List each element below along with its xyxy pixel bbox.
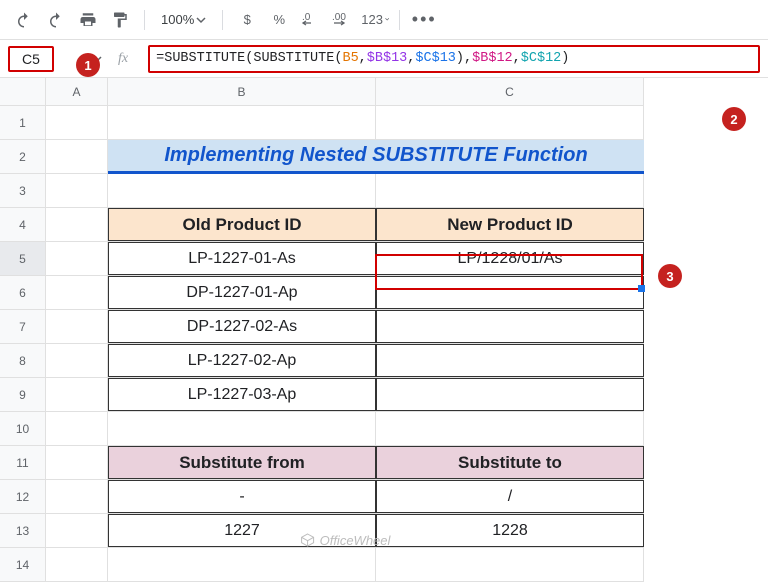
select-all-corner[interactable] [0,78,46,106]
col-header-B[interactable]: B [108,78,376,105]
sub-from-cell[interactable]: - [108,480,376,513]
svg-text:.0: .0 [302,12,311,23]
name-box[interactable]: C5 [8,46,54,72]
new-id-cell[interactable] [376,378,644,411]
cell[interactable] [46,276,108,309]
undo-button[interactable] [10,6,38,34]
cell[interactable] [108,106,376,139]
row-header[interactable]: 14 [0,548,45,582]
separator [222,10,223,30]
row-headers: 1 2 3 4 5 6 7 8 9 10 11 12 13 14 [0,106,46,582]
cell[interactable] [46,208,108,241]
cell[interactable] [108,174,376,207]
sub-to-cell[interactable]: / [376,480,644,513]
cell[interactable] [108,412,376,445]
cell[interactable] [46,548,108,581]
row-header[interactable]: 9 [0,378,45,412]
row-header[interactable]: 8 [0,344,45,378]
annotation-marker-1: 1 [76,53,100,77]
cells-container: Old Product IDNew Product ID LP-1227-01-… [46,106,644,582]
old-id-cell[interactable]: LP-1227-01-As [108,242,376,275]
zoom-value: 100% [161,12,194,27]
row-header[interactable]: 13 [0,514,45,548]
svg-text:.00: .00 [332,12,346,23]
new-id-cell[interactable] [376,344,644,377]
cell[interactable] [46,446,108,479]
cell[interactable] [376,174,644,207]
cell[interactable] [376,106,644,139]
old-id-cell[interactable]: DP-1227-01-Ap [108,276,376,309]
row-header[interactable]: 4 [0,208,45,242]
row-header[interactable]: 2 [0,140,45,174]
more-formats-button[interactable]: 123 [361,6,389,34]
cell[interactable] [46,106,108,139]
cell[interactable] [46,242,108,275]
chevron-down-icon [196,15,206,25]
percent-button[interactable]: % [265,6,293,34]
format-123-label: 123 [361,12,383,27]
header-sub-from[interactable]: Substitute from [108,446,376,479]
cell[interactable] [46,480,108,513]
formula-bar[interactable]: =SUBSTITUTE(SUBSTITUTE(B5,$B$13,$C$13),$… [148,45,760,73]
print-button[interactable] [74,6,102,34]
cell[interactable] [46,412,108,445]
new-id-cell[interactable]: LP/1228/01/As [376,242,644,275]
cell[interactable] [46,378,108,411]
row-header[interactable]: 6 [0,276,45,310]
annotation-marker-3: 3 [658,264,682,288]
fx-icon: fx [118,51,128,67]
row-header[interactable]: 1 [0,106,45,140]
cell[interactable] [46,174,108,207]
sub-to-cell[interactable]: 1228 [376,514,644,547]
col-header-A[interactable]: A [46,78,108,105]
separator [144,10,145,30]
col-header-C[interactable]: C [376,78,644,105]
currency-button[interactable]: $ [233,6,261,34]
toolbar: 100% $ % .0 .00 123 ••• [0,0,768,40]
row-header[interactable]: 12 [0,480,45,514]
column-headers: A B C [46,78,644,106]
new-id-cell[interactable] [376,310,644,343]
old-id-cell[interactable]: LP-1227-02-Ap [108,344,376,377]
old-id-cell[interactable]: DP-1227-02-As [108,310,376,343]
redo-button[interactable] [42,6,70,34]
row-header[interactable]: 3 [0,174,45,208]
cell[interactable] [376,412,644,445]
old-id-cell[interactable]: LP-1227-03-Ap [108,378,376,411]
row-header[interactable]: 7 [0,310,45,344]
row-header[interactable]: 5 [0,242,45,276]
cell[interactable] [46,310,108,343]
cell[interactable] [108,548,376,581]
row-header[interactable]: 10 [0,412,45,446]
paint-format-button[interactable] [106,6,134,34]
header-old-id[interactable]: Old Product ID [108,208,376,241]
new-id-cell[interactable] [376,276,644,309]
cell[interactable] [46,514,108,547]
increase-decimal-button[interactable]: .00 [329,6,357,34]
decrease-decimal-button[interactable]: .0 [297,6,325,34]
annotation-marker-2: 2 [722,107,746,131]
header-new-id[interactable]: New Product ID [376,208,644,241]
chevron-down-icon [385,17,389,21]
spreadsheet-grid: A B C 1 2 3 4 5 6 7 8 9 10 11 12 13 14 [0,78,768,579]
title-merged-cell[interactable]: Implementing Nested SUBSTITUTE Function [108,140,644,174]
more-menu-button[interactable]: ••• [410,6,438,34]
row-header[interactable]: 11 [0,446,45,480]
header-sub-to[interactable]: Substitute to [376,446,644,479]
cell[interactable] [46,344,108,377]
sub-from-cell[interactable]: 1227 [108,514,376,547]
formula-row: C5 fx =SUBSTITUTE(SUBSTITUTE(B5,$B$13,$C… [0,40,768,78]
cell[interactable] [46,140,108,173]
cell[interactable] [376,548,644,581]
zoom-dropdown[interactable]: 100% [155,12,212,27]
separator [399,10,400,30]
